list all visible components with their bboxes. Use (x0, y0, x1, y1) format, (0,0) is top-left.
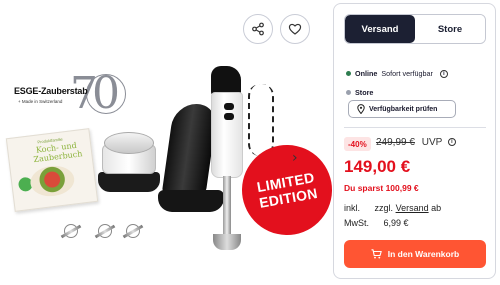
blender-button (224, 113, 234, 120)
divider (344, 127, 486, 128)
availability-store: Store (346, 88, 373, 97)
brand-logo: 70 ESGE-Zauberstab + Made in Switzerland (14, 68, 126, 128)
discount-badge: -40% (344, 137, 371, 151)
current-price: 149,00 € (344, 157, 411, 176)
tab-versand[interactable]: Versand (345, 15, 415, 43)
blender-shaft (223, 176, 231, 238)
availability-store-label: Store (355, 88, 374, 97)
info-icon[interactable]: i (439, 69, 448, 78)
info-icon[interactable]: i (447, 138, 456, 147)
add-to-cart-label: In den Warenkorb (387, 249, 460, 259)
shipping-cost: 6,99 € (383, 218, 409, 228)
status-dot-online (346, 71, 351, 76)
blade-attachment-image (122, 222, 144, 242)
availability-online: Online Sofort verfügbar i (346, 69, 448, 78)
location-pin-icon (357, 104, 365, 114)
cookbook-image: Produktfamilie Koch- und Zauberbuch (5, 128, 99, 212)
chevron-right-icon[interactable]: › (292, 150, 298, 166)
chopper-bowl-image (98, 132, 160, 196)
share-icon (252, 22, 264, 36)
logo-subline: + Made in Switzerland (18, 99, 63, 104)
blade-attachment-image (94, 222, 116, 242)
blade-attachment-image (60, 222, 82, 242)
blender-body (211, 92, 243, 178)
availability-online-label: Online (355, 69, 378, 78)
buy-box: Versand Store Online Sofort verfügbar i … (333, 3, 496, 279)
vat-label-2: MwSt. (344, 218, 370, 228)
heart-icon (288, 23, 302, 35)
uvp-label: UVP (421, 137, 443, 148)
old-price: 249,99 € UVP i (376, 137, 456, 148)
cart-icon (371, 249, 382, 259)
favorite-button[interactable] (280, 14, 310, 44)
delivery-toggle: Versand Store (344, 14, 486, 44)
old-price-value: 249,99 € (376, 137, 415, 148)
vat-label-1: inkl. (344, 203, 361, 213)
product-gallery: 70 ESGE-Zauberstab + Made in Switzerland… (0, 0, 336, 285)
check-availability-button[interactable]: Verfügbarkeit prüfen (348, 100, 456, 118)
blender-foot (213, 234, 241, 250)
bowl-base (98, 172, 160, 192)
shipping-prefix: zzgl. (374, 203, 394, 213)
shipping-info-line-2: MwSt. 6,99 € (344, 218, 409, 228)
status-dot-store (346, 90, 351, 95)
availability-online-detail: Sofort verfügbar (381, 69, 433, 78)
bowl-lid (104, 132, 154, 154)
share-button[interactable] (243, 14, 273, 44)
blender-button (224, 103, 234, 110)
check-availability-label: Verfügbarkeit prüfen (369, 105, 438, 113)
shipping-suffix: ab (431, 203, 442, 213)
logo-brand-name: ESGE-Zauberstab (14, 86, 88, 96)
savings-text: Du sparst 100,99 € (344, 183, 419, 193)
shipping-info-line-1: inkl. zzgl. Versand ab (344, 203, 441, 213)
shipping-link[interactable]: Versand (396, 203, 429, 213)
product-page: 70 ESGE-Zauberstab + Made in Switzerland… (0, 0, 500, 285)
cookbook-food-image (28, 163, 77, 199)
tab-store[interactable]: Store (415, 15, 485, 43)
add-to-cart-button[interactable]: In den Warenkorb (344, 240, 486, 268)
